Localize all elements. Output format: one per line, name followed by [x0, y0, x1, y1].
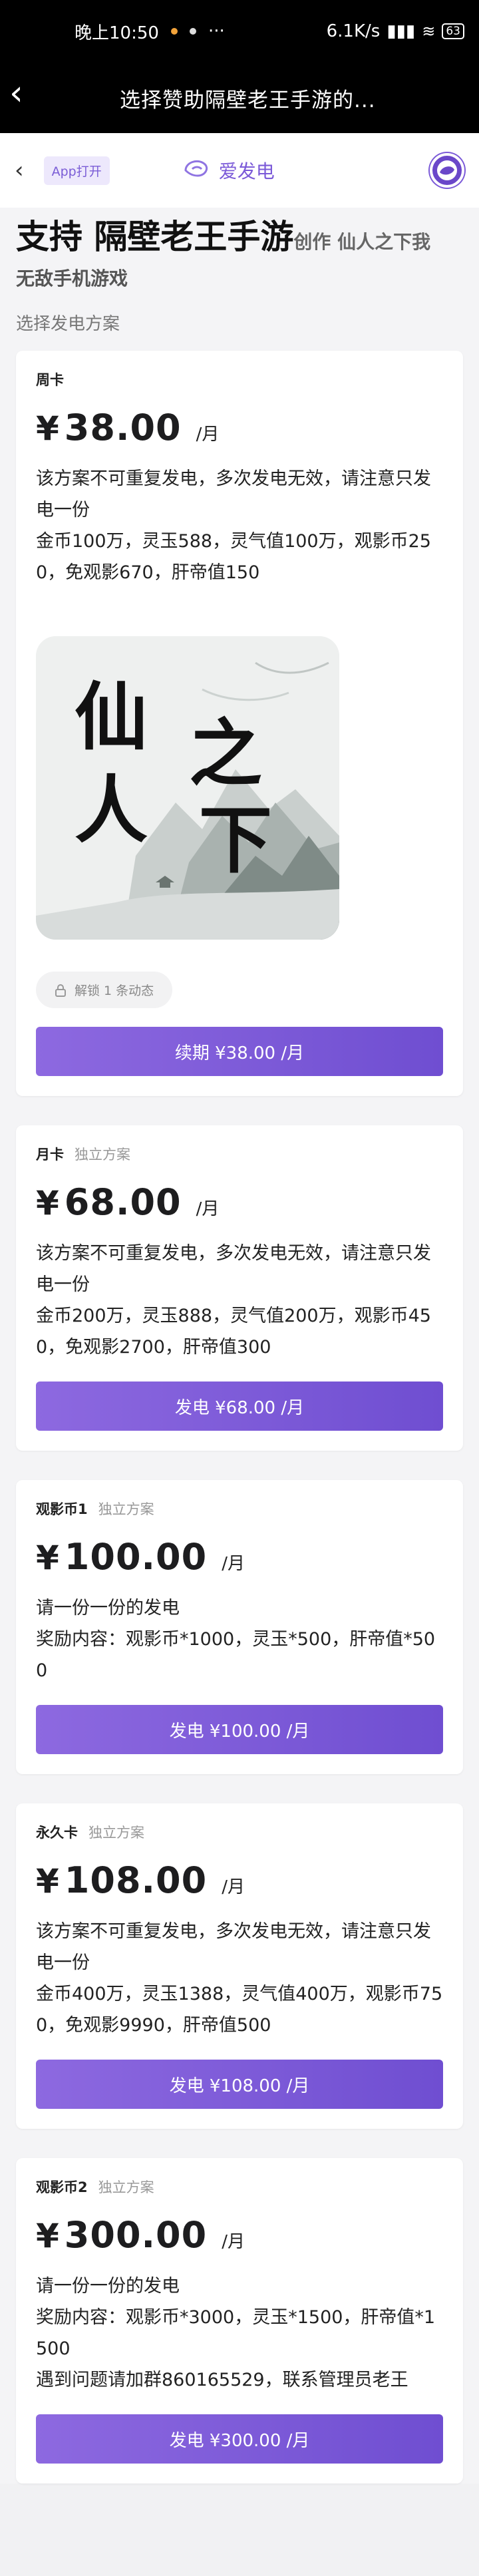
plan-price: ¥ 300.00 /月 — [36, 2214, 443, 2256]
description-line: 奖励内容：观影币*1000，灵玉*500，肝帝值*500 — [36, 1629, 436, 1681]
plan-description: 该方案不可重复发电，多次发电无效，请注意只发电一份 金币100万，灵玉588，灵… — [36, 463, 443, 588]
renew-button[interactable]: 续期 ¥38.00 /月 — [36, 1027, 443, 1076]
status-time: 晚上10:50 — [75, 23, 159, 43]
sponsor-button[interactable]: 发电 ¥108.00 /月 — [36, 2060, 443, 2109]
plan-description: 请一份一份的发电 奖励内容：观影币*1000，灵玉*500，肝帝值*500 — [36, 1592, 443, 1686]
sponsor-button[interactable]: 发电 ¥68.00 /月 — [36, 1381, 443, 1431]
plan-description: 该方案不可重复发电，多次发电无效，请注意只发电一份 金币400万，灵玉1388，… — [36, 1916, 443, 2041]
plan-image: 仙 人 之 下 — [36, 636, 339, 940]
page-title: 支持 隔壁老王手游创作 仙人之下我 — [16, 208, 463, 264]
back-arrow-icon[interactable]: ‹ — [9, 76, 23, 110]
plan-name: 观影币2 独立方案 — [36, 2177, 443, 2197]
price-amount: 38.00 — [64, 407, 182, 449]
brand-name: 爱发电 — [218, 160, 275, 182]
plan-name-label: 观影币2 — [36, 2179, 88, 2195]
avatar-icon — [437, 160, 457, 180]
price-unit: /月 — [196, 1199, 220, 1219]
plan-tag: 独立方案 — [98, 2179, 154, 2195]
plan-description: 该方案不可重复发电，多次发电无效，请注意只发电一份 金币200万，灵玉888，灵… — [36, 1238, 443, 1363]
description-line: 奖励内容：观影币*3000，灵玉*1500，肝帝值*1500 — [36, 2307, 436, 2359]
network-speed: 6.1K/s — [326, 21, 381, 41]
currency-symbol: ¥ — [36, 1539, 59, 1577]
app-header: ‹ App打开 爱发电 — [0, 133, 479, 208]
plan-price: ¥ 108.00 /月 — [36, 1859, 443, 1901]
price-unit: /月 — [196, 425, 220, 445]
avatar[interactable] — [430, 153, 464, 188]
description-line: 金币100万，灵玉588，灵气值100万，观影币250，免观影670，肝帝值15… — [36, 531, 431, 583]
plan-card-monthly: 月卡 独立方案 ¥ 68.00 /月 该方案不可重复发电，多次发电无效，请注意只… — [16, 1125, 463, 1451]
wifi-icon: ≋ — [422, 22, 436, 41]
unlock-posts-pill[interactable]: 解锁 1 条动态 — [36, 972, 173, 1008]
price-amount: 108.00 — [64, 1859, 208, 1901]
unlock-posts-label: 解锁 1 条动态 — [75, 984, 154, 998]
notification-dot-icon — [170, 28, 178, 35]
plan-price: ¥ 38.00 /月 — [36, 407, 443, 449]
description-line: 金币200万，灵玉888，灵气值200万，观影币450，免观影2700，肝帝值3… — [36, 1306, 431, 1358]
price-unit: /月 — [222, 1554, 245, 1574]
plan-card-coins-2: 观影币2 独立方案 ¥ 300.00 /月 请一份一份的发电 奖励内容：观影币*… — [16, 2158, 463, 2484]
window-title: 选择赞助隔壁老王手游的... — [120, 88, 376, 112]
lock-icon — [55, 984, 66, 997]
plan-tag: 独立方案 — [98, 1501, 154, 1517]
image-text: 人 — [75, 767, 148, 853]
price-amount: 68.00 — [64, 1181, 182, 1223]
currency-symbol: ¥ — [36, 409, 59, 448]
plan-card-weekly: 周卡 ¥ 38.00 /月 该方案不可重复发电，多次发电无效，请注意只发电一份 … — [16, 351, 463, 1096]
battery-level: 63 — [446, 25, 460, 38]
status-bar: 晚上10:50 ··· 6.1K/s ▮▮▮ ≋ 63 — [0, 0, 479, 63]
image-text: 仙 — [75, 674, 148, 760]
plan-card-permanent: 永久卡 独立方案 ¥ 108.00 /月 该方案不可重复发电，多次发电无效，请注… — [16, 1803, 463, 2129]
plan-price: ¥ 100.00 /月 — [36, 1536, 443, 1578]
price-amount: 100.00 — [64, 1536, 208, 1578]
plan-card-coins-1: 观影币1 独立方案 ¥ 100.00 /月 请一份一份的发电 奖励内容：观影币*… — [16, 1480, 463, 1774]
description-line: 该方案不可重复发电，多次发电无效，请注意只发电一份 — [36, 468, 431, 520]
main-content: 支持 隔壁老王手游创作 仙人之下我 无敌手机游戏 选择发电方案 周卡 ¥ 38.… — [0, 208, 479, 2484]
browser-title-bar: ‹ 选择赞助隔壁老王手游的... — [0, 63, 479, 133]
plan-name-label: 月卡 — [36, 1147, 64, 1163]
currency-symbol: ¥ — [36, 2217, 59, 2255]
more-notifications-icon: ··· — [208, 21, 225, 41]
sponsor-button[interactable]: 发电 ¥100.00 /月 — [36, 1705, 443, 1754]
page-title-suffix: 创作 仙人之下我 — [293, 231, 431, 253]
plan-name: 月卡 独立方案 — [36, 1144, 443, 1164]
notification-dot-icon — [189, 28, 196, 35]
description-line: 该方案不可重复发电，多次发电无效，请注意只发电一份 — [36, 1921, 431, 1973]
plan-name: 周卡 — [36, 369, 443, 389]
price-amount: 300.00 — [64, 2214, 208, 2256]
app-open-button[interactable]: App打开 — [43, 156, 110, 185]
description-line: 请一份一份的发电 — [36, 1598, 180, 1618]
image-text: 之 — [189, 711, 262, 797]
price-unit: /月 — [222, 2232, 245, 2252]
image-text: 下 — [199, 797, 272, 883]
plan-tag: 独立方案 — [75, 1147, 130, 1163]
brand-logo-icon — [183, 157, 212, 184]
page-subtitle: 无敌手机游戏 — [16, 268, 128, 289]
back-chevron-icon[interactable]: ‹ — [15, 157, 24, 184]
sponsor-button[interactable]: 发电 ¥300.00 /月 — [36, 2414, 443, 2464]
ink-landscape-illustration: 仙 人 之 下 — [36, 636, 339, 940]
plan-name-label: 周卡 — [36, 372, 64, 388]
currency-symbol: ¥ — [36, 1862, 59, 1901]
page-title-main: 支持 隔壁老王手游 — [16, 218, 294, 256]
brand[interactable]: 爱发电 — [183, 157, 275, 184]
description-line: 遇到问题请加群860165529，联系管理员老王 — [36, 2370, 408, 2390]
currency-symbol: ¥ — [36, 1184, 59, 1222]
price-unit: /月 — [222, 1877, 245, 1897]
plan-price: ¥ 68.00 /月 — [36, 1181, 443, 1223]
description-line: 该方案不可重复发电，多次发电无效，请注意只发电一份 — [36, 1243, 431, 1295]
description-line: 请一份一份的发电 — [36, 2276, 180, 2297]
plan-description: 请一份一份的发电 奖励内容：观影币*3000，灵玉*1500，肝帝值*1500 … — [36, 2271, 443, 2396]
plan-tag: 独立方案 — [88, 1825, 144, 1841]
plan-name: 观影币1 独立方案 — [36, 1499, 443, 1519]
plan-name-label: 观影币1 — [36, 1501, 88, 1517]
plan-name: 永久卡 独立方案 — [36, 1822, 443, 1842]
signal-icon: ▮▮▮ — [387, 21, 416, 41]
section-label: 选择发电方案 — [16, 314, 120, 334]
plan-name-label: 永久卡 — [36, 1825, 78, 1841]
description-line: 金币400万，灵玉1388，灵气值400万，观影币750，免观影9990，肝帝值… — [36, 1984, 443, 2036]
battery-icon: 63 — [442, 23, 464, 39]
